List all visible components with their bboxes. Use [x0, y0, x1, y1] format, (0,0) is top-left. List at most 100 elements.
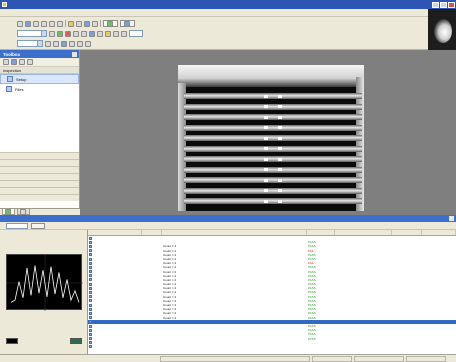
result-table: PASS Count = 4 PASS Count = 4 FAIL Count = 4P…: [88, 230, 456, 354]
column-header[interactable]: [307, 230, 335, 235]
toolbox-item-files[interactable]: Files: [0, 84, 79, 94]
copy-icon[interactable]: [49, 20, 55, 27]
toolbox-header: Toolbox: [0, 50, 79, 58]
row-icon: [89, 236, 92, 240]
paste-icon[interactable]: [57, 20, 63, 27]
trigger-icon: [107, 20, 113, 27]
toolbox-category[interactable]: [0, 166, 79, 173]
preview-thumbnail: [428, 9, 456, 53]
result-filter-combo[interactable]: [6, 222, 28, 229]
row-icon: [89, 265, 92, 269]
camera-image[interactable]: [178, 65, 364, 211]
image-mark: [278, 178, 282, 182]
toolbox-category[interactable]: [0, 152, 79, 159]
toolbar-combo-2[interactable]: [17, 40, 43, 47]
back-icon[interactable]: [3, 59, 9, 65]
toolbar-button-2[interactable]: [120, 20, 135, 27]
tab-icon: [5, 208, 11, 215]
column-header[interactable]: [142, 230, 162, 235]
image-mark: [264, 157, 268, 161]
row-icon: [89, 316, 92, 320]
zoom-in-icon[interactable]: [84, 20, 90, 27]
image-mark: [278, 189, 282, 192]
graph-swatch: [70, 338, 82, 344]
menu-bar: [0, 9, 428, 17]
row-icon: [89, 311, 92, 315]
new-icon[interactable]: [19, 59, 25, 65]
table-cell-count: [392, 345, 422, 349]
toolbox-item-label: Files: [15, 86, 24, 92]
toolbox-category[interactable]: [0, 194, 79, 201]
preview-blob: [434, 19, 452, 43]
toolbox-section-inspection[interactable]: Inspection: [0, 67, 79, 74]
toolbox-item-setup[interactable]: Setup: [0, 74, 79, 84]
step-icon[interactable]: [73, 30, 79, 37]
tool-icon[interactable]: [85, 40, 91, 47]
image-stripe: [184, 198, 362, 204]
toolbox-title: Toolbox: [3, 51, 21, 57]
settings-icon[interactable]: [121, 30, 127, 37]
maximize-button[interactable]: [440, 1, 447, 8]
toolbar-field[interactable]: [129, 30, 143, 37]
status-cell: [312, 355, 352, 362]
image-mark: [264, 147, 268, 150]
pointer-icon[interactable]: [11, 59, 17, 65]
image-mark: [278, 105, 282, 108]
stop-icon[interactable]: [65, 30, 71, 37]
table-cell-cause: [335, 345, 392, 349]
undo-icon[interactable]: [68, 20, 74, 27]
table-cell-extra: [422, 345, 456, 349]
toolbox-category[interactable]: [0, 173, 79, 180]
save-icon[interactable]: [33, 20, 39, 27]
toolbar-row-1: [2, 19, 135, 28]
result-table-panel: PASS Count = 4 PASS Count = 4 FAIL Count = 4P…: [0, 215, 456, 362]
close-icon[interactable]: [449, 216, 454, 221]
toolbox-category[interactable]: [0, 187, 79, 194]
play-icon[interactable]: [57, 30, 63, 37]
minimize-button[interactable]: [432, 1, 439, 8]
app-icon: [2, 2, 7, 7]
toolbar-row-2: [2, 29, 143, 38]
tool-icon[interactable]: [45, 40, 51, 47]
grid-icon[interactable]: [81, 30, 87, 37]
toolbox-category[interactable]: [0, 180, 79, 187]
column-header[interactable]: [335, 230, 392, 235]
row-icon: [89, 337, 92, 341]
result-table-toolbar: [0, 222, 456, 230]
delete-icon[interactable]: [27, 59, 33, 65]
table-row[interactable]: [88, 345, 456, 349]
image-mark: [264, 115, 268, 119]
image-mark: [264, 136, 268, 140]
tool-icon[interactable]: [77, 40, 83, 47]
column-header[interactable]: [162, 230, 307, 235]
tool-icon[interactable]: [53, 40, 59, 47]
result-view-button[interactable]: [31, 222, 45, 229]
toolbar-button-1[interactable]: [103, 20, 118, 27]
edit-icon[interactable]: [113, 30, 119, 37]
open-icon[interactable]: [25, 20, 31, 27]
column-header[interactable]: [422, 230, 456, 235]
region-icon[interactable]: [97, 30, 103, 37]
tool-icon[interactable]: [69, 40, 75, 47]
column-header[interactable]: [88, 230, 142, 235]
toolbox-category[interactable]: [0, 159, 79, 166]
row-icon: [89, 261, 92, 265]
close-icon[interactable]: [72, 51, 77, 57]
measure-icon[interactable]: [105, 30, 111, 37]
image-mark: [264, 178, 268, 182]
row-icon: [89, 274, 92, 278]
select-icon[interactable]: [89, 30, 95, 37]
cut-icon[interactable]: [41, 20, 47, 27]
tool-icon[interactable]: [61, 40, 67, 47]
new-icon[interactable]: [17, 20, 23, 27]
redo-icon[interactable]: [76, 20, 82, 27]
toolbar-combo-1[interactable]: [17, 30, 47, 37]
column-header[interactable]: [392, 230, 422, 235]
close-button[interactable]: [448, 1, 455, 8]
toolbox-panel: Toolbox Inspection Setup Files: [0, 50, 80, 215]
zoom-out-icon[interactable]: [92, 20, 98, 27]
image-display[interactable]: [80, 50, 456, 215]
image-mark: [278, 94, 282, 98]
image-stripe: [184, 124, 362, 131]
run-icon[interactable]: [49, 30, 55, 37]
